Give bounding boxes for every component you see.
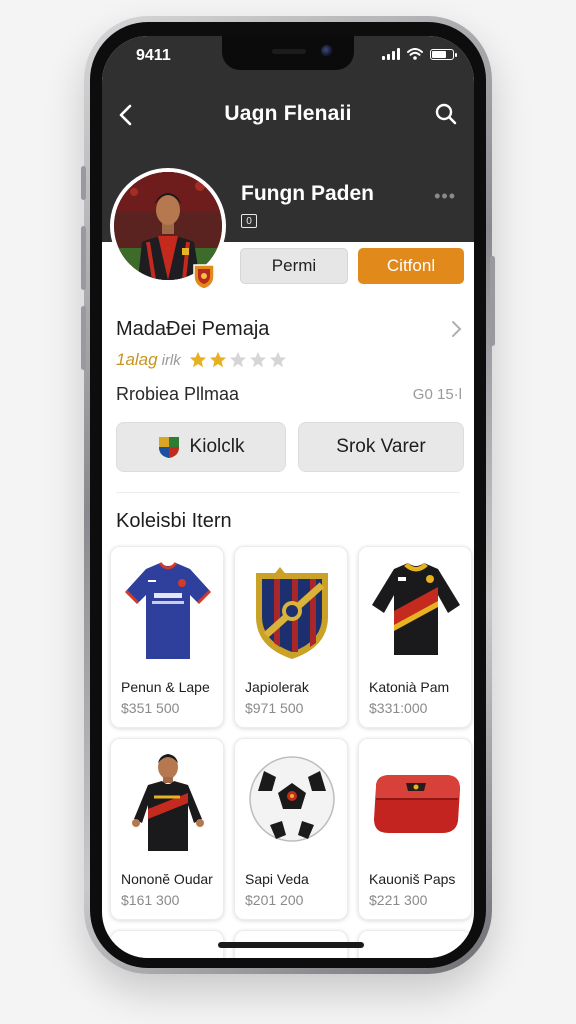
black-red-jersey-icon	[372, 563, 460, 655]
item-card[interactable]	[358, 930, 472, 958]
club-crest-icon	[256, 567, 328, 659]
profile-tag: 0	[241, 214, 257, 228]
player-figure-icon	[132, 754, 204, 851]
info-row: Rrobiea Pllmaa G0 15·l	[116, 384, 462, 405]
info-value: G0 15·l	[412, 386, 462, 403]
app-screen: 9411 Uagn Flenaii Fungn Paden 0 ••• Perm…	[102, 36, 474, 958]
item-name: Japiolerak	[245, 679, 309, 695]
item-name: Sapi Veda	[245, 871, 309, 887]
volume-down-button	[81, 306, 86, 370]
details-row[interactable]: MadaĐei Pemaja	[116, 318, 462, 346]
volume-up-button	[81, 226, 86, 290]
status-icons	[382, 48, 457, 60]
info-label: Rrobiea Pllmaa	[116, 384, 240, 404]
action-button-primary[interactable]: Kiolclk	[116, 422, 286, 472]
soccer-ball-icon	[249, 756, 335, 842]
item-card[interactable]: Katonià Pam $331:000	[358, 546, 472, 728]
status-time: 9411	[136, 47, 171, 64]
star-filled-icon	[189, 351, 206, 368]
item-price: $201 200	[245, 892, 304, 908]
front-camera	[321, 45, 333, 57]
item-card[interactable]: Nononĕ Oudar $161 300	[110, 738, 224, 920]
star-filled-icon	[209, 351, 226, 368]
search-icon[interactable]	[434, 102, 458, 126]
star-empty-icon	[229, 351, 246, 368]
follow-button[interactable]: Citfonl	[358, 248, 464, 284]
item-price: $221 300	[369, 892, 428, 908]
mute-switch	[81, 166, 86, 200]
item-name: Katonià Pam	[369, 679, 450, 695]
star-empty-icon	[269, 351, 286, 368]
divider	[116, 492, 460, 493]
item-card[interactable]	[110, 930, 224, 958]
rating: 1alag irlk	[116, 350, 287, 370]
item-price: $161 300	[121, 892, 180, 908]
item-price: $351 500	[121, 700, 180, 716]
star-empty-icon	[249, 351, 266, 368]
rating-sublabel: irlk	[161, 351, 181, 369]
blue-jersey-icon	[124, 562, 212, 659]
wifi-icon	[407, 48, 423, 60]
item-name: Kauoniš Paps	[369, 871, 456, 887]
primary-button[interactable]: Permi	[240, 248, 348, 284]
profile-name: Fungn Paden	[241, 182, 374, 205]
rating-stars	[189, 351, 287, 369]
item-card[interactable]: Japiolerak $971 500	[234, 546, 348, 728]
power-button	[490, 256, 495, 346]
item-card[interactable]: Kauoniš Paps $221 300	[358, 738, 472, 920]
item-card[interactable]: Sapi Veda $201 200	[234, 738, 348, 920]
more-options-icon[interactable]: •••	[434, 186, 456, 207]
red-case-icon	[374, 775, 460, 833]
rating-label: 1alag	[116, 350, 158, 369]
signal-icon	[382, 48, 400, 60]
action-primary-label: Kiolclk	[189, 436, 245, 457]
details-title: MadaĐei Pemaja	[116, 318, 270, 340]
earpiece-speaker	[272, 49, 306, 54]
item-card[interactable]: Penun & Lape $351 500	[110, 546, 224, 728]
section-title: Koleisbi Itern	[116, 510, 232, 532]
item-name: Nononĕ Oudar	[121, 871, 213, 887]
home-indicator[interactable]	[218, 942, 364, 948]
chevron-right-icon	[452, 321, 462, 337]
battery-icon	[430, 48, 457, 60]
item-price: $971 500	[245, 700, 304, 716]
shield-icon	[158, 437, 179, 458]
club-badge-icon	[193, 264, 215, 290]
page-title: Uagn Flenaii	[224, 102, 352, 125]
item-price: $331:000	[369, 700, 428, 716]
action-button-secondary[interactable]: Srok Varer	[298, 422, 464, 472]
item-name: Penun & Lape	[121, 679, 210, 695]
